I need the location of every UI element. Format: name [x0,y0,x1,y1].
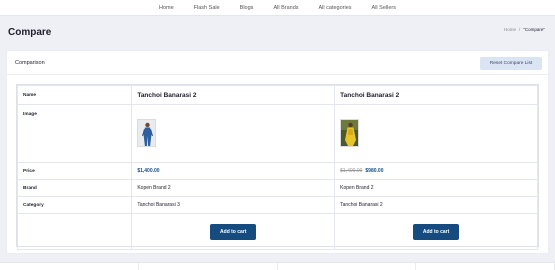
footer-cell [0,263,139,270]
table-row-category: Category Tanchoi Banarasi 3 Tanchoi Bana… [16,196,538,214]
footer-cell [278,263,417,270]
footer-cell [139,263,278,270]
nav-blogs-link[interactable]: Blogs [240,5,254,11]
row-label-price: Price [16,162,133,180]
breadcrumb-home-link[interactable]: Home [504,27,516,32]
product-1-add-to-cart-button[interactable]: Add to cart [210,223,257,240]
product-2-name[interactable]: Tanchoi Banarasi 2 [334,85,538,105]
card-title: Comparison [15,60,45,66]
product-1-name[interactable]: Tanchoi Banarasi 2 [131,85,336,105]
breadcrumb: Home / "Compare" [504,27,545,32]
row-label-name: Name [16,85,133,105]
compare-table: Name Tanchoi Banarasi 2 Tanchoi Banarasi… [16,85,538,250]
table-row-name: Name Tanchoi Banarasi 2 Tanchoi Banarasi… [16,85,538,105]
reset-compare-list-button[interactable]: Reset Compare List [480,57,542,70]
product-2-add-to-cart-button[interactable]: Add to cart [413,223,460,240]
product-photo-yellow-dress-icon[interactable] [340,119,360,147]
footer-strip [0,262,555,270]
nav-all-sellers-link[interactable]: All Sellers [372,5,396,11]
product-2-price-cell: $1,400.00 $980.00 [334,162,538,180]
nav-all-categories-link[interactable]: All categories [319,5,352,11]
breadcrumb-separator: / [519,27,521,32]
product-2-image-cell [334,104,538,163]
row-label-image: Image [16,104,133,163]
product-2-category: Tanchoi Banarasi 2 [334,196,538,214]
product-1-image-cell [131,104,336,163]
product-2-action-cell: Add to cart [334,213,538,250]
product-2-old-price: $1,400.00 [340,168,363,174]
comparison-card: Comparison Reset Compare List Name Tanch… [6,50,549,254]
product-1-action-cell: Add to cart [131,213,336,250]
card-header: Comparison Reset Compare List [7,51,548,75]
table-row-actions: Add to cart Add to cart [16,213,538,250]
compare-table-wrapper: Name Tanchoi Banarasi 2 Tanchoi Banarasi… [16,84,539,250]
product-1-brand: Kopen Brand 2 [131,179,336,197]
nav-home-link[interactable]: Home [159,5,174,11]
row-label-empty [16,213,133,250]
row-label-brand: Brand [16,179,133,197]
nav-all-brands-link[interactable]: All Brands [273,5,298,11]
product-1-price-cell: $1,400.00 [131,162,336,180]
table-row-image: Image [16,104,538,163]
table-row-brand: Brand Kopen Brand 2 Kopen Brand 2 [16,179,538,197]
page-title: Compare [8,27,52,38]
product-1-price: $1,400.00 [137,168,160,174]
product-photo-blue-dress-icon[interactable] [137,119,157,147]
breadcrumb-current[interactable]: "Compare" [523,27,545,32]
table-row-price: Price $1,400.00 $1,400.00 $980.00 [16,162,538,180]
nav-flash-sale-link[interactable]: Flash Sale [194,5,220,11]
footer-cell [416,263,555,270]
product-2-brand: Kopen Brand 2 [334,179,538,197]
product-1-category: Tanchoi Banarasi 3 [131,196,336,214]
row-label-category: Category [16,196,133,214]
top-nav: Home Flash Sale Blogs All Brands All cat… [0,0,555,16]
product-2-price: $980.00 [365,168,384,174]
